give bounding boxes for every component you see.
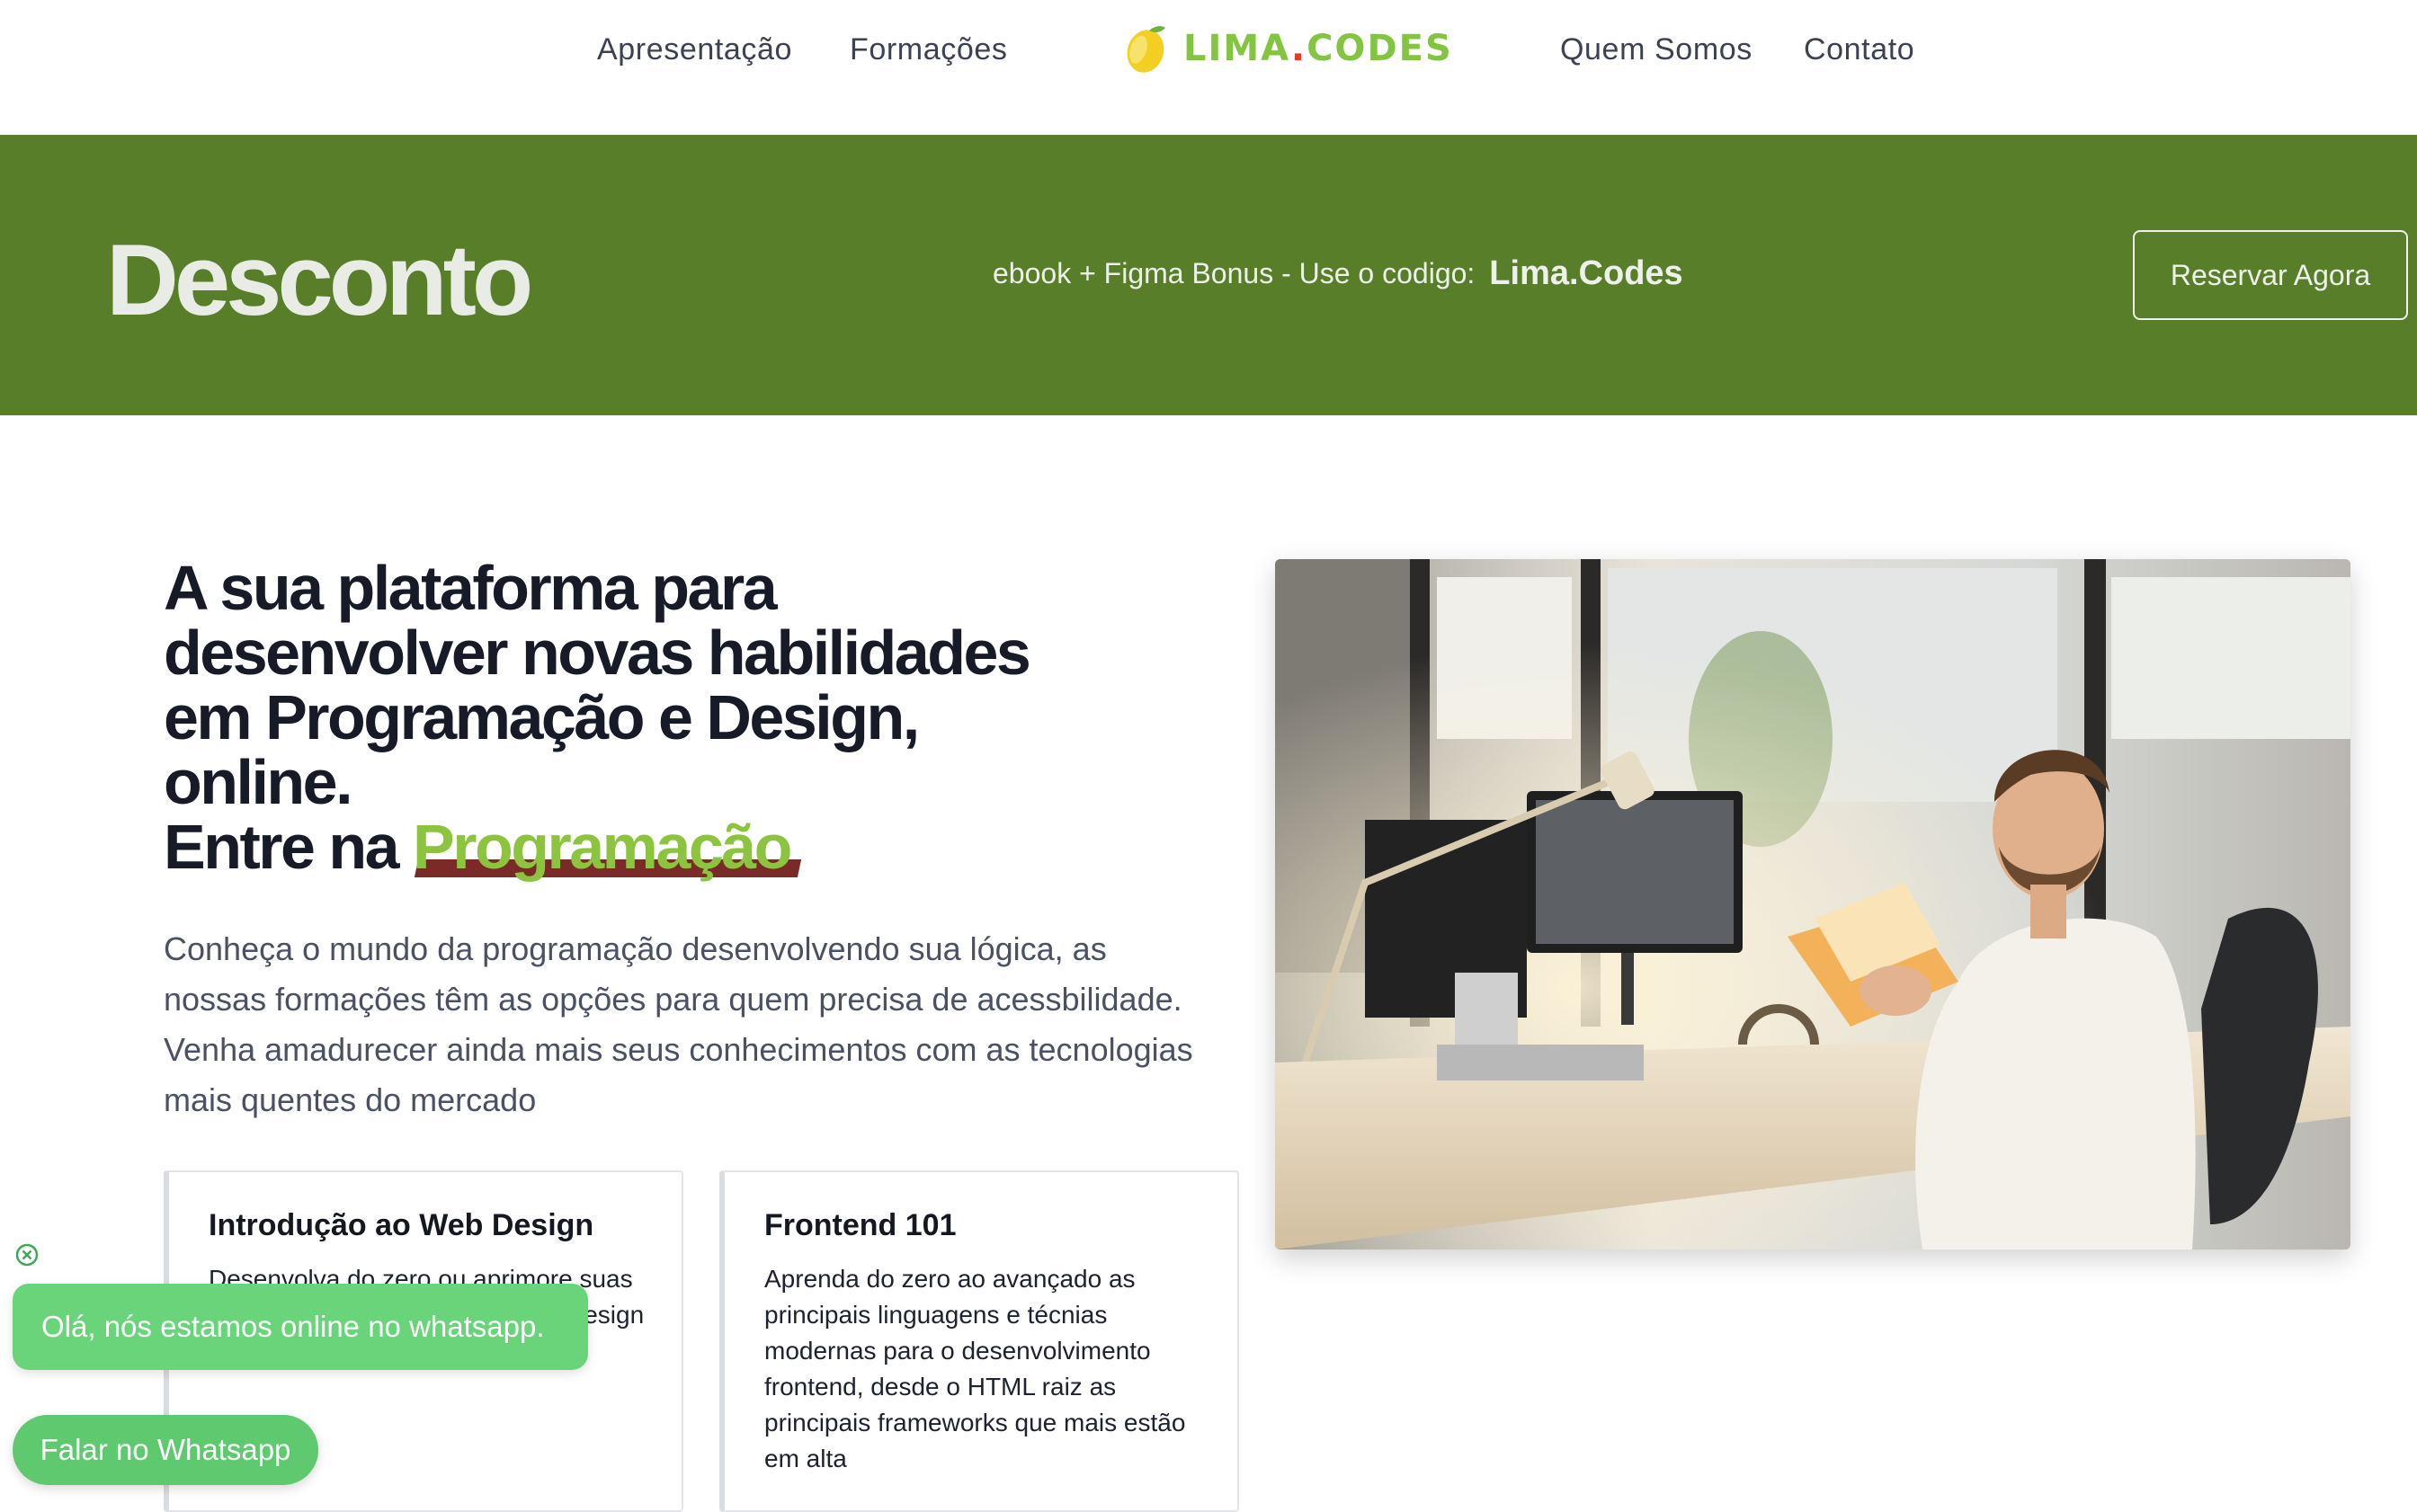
course-card-description: Aprenda do zero ao avançado as principai…	[764, 1265, 1186, 1472]
hero-title-line: Entre na Programação	[164, 814, 1108, 879]
close-circle-icon[interactable]	[14, 1242, 40, 1267]
offer-text: ebook + Figma Bonus - Use o codigo:	[993, 256, 1476, 289]
hero-title-line: desenvolver novas habilidades	[164, 618, 1031, 688]
course-card-title: Frontend 101	[764, 1208, 957, 1242]
hero-title-line: A sua plataforma para	[164, 553, 778, 623]
hero-title-line: online.	[164, 747, 353, 817]
highlighted-word: Programação	[413, 812, 802, 882]
logo-wordmark: LIMA.CODES	[1183, 28, 1453, 69]
discount-banner: Desconto ebook + Figma Bonus - Use o cod…	[0, 135, 2417, 415]
course-card-frontend[interactable]: Frontend 101 Aprenda do zero ao avançado…	[719, 1170, 1239, 1512]
hero-title-line: em Programação e Design,	[164, 682, 920, 752]
nav-link-contato[interactable]: Contato	[1804, 27, 1914, 72]
course-card-title: Introdução ao Web Design	[209, 1208, 594, 1242]
nav-link-quem-somos[interactable]: Quem Somos	[1560, 27, 1753, 72]
nav-link-apresentacao[interactable]: Apresentação	[597, 27, 792, 72]
site-logo[interactable]: LIMA.CODES	[1122, 20, 1453, 77]
hero-title: A sua plataforma para desenvolver novas …	[164, 556, 1108, 879]
highlight-text: Programação	[413, 812, 792, 882]
banner-title: Desconto	[106, 224, 533, 336]
top-navigation: Apresentação Formações LIMA.CODES Quem S…	[0, 0, 2417, 135]
hero-description: Conheça o mundo da programação desenvolv…	[164, 930, 1193, 1118]
office-photo-illustration	[1275, 559, 2350, 1250]
hero-photo	[1275, 559, 2350, 1250]
nav-link-formacoes[interactable]: Formações	[850, 27, 1007, 72]
lemon-icon	[1127, 26, 1165, 73]
reserve-now-button[interactable]: Reservar Agora	[2133, 230, 2408, 320]
banner-offer: ebook + Figma Bonus - Use o codigo: Lima…	[993, 250, 1683, 297]
whatsapp-chat-button[interactable]: Falar no Whatsapp	[13, 1415, 318, 1485]
hero-title-prefix: Entre na	[164, 812, 400, 882]
whatsapp-message-bubble: Olá, nós estamos online no whatsapp.	[13, 1284, 588, 1370]
coupon-code: Lima.Codes	[1489, 253, 1683, 292]
